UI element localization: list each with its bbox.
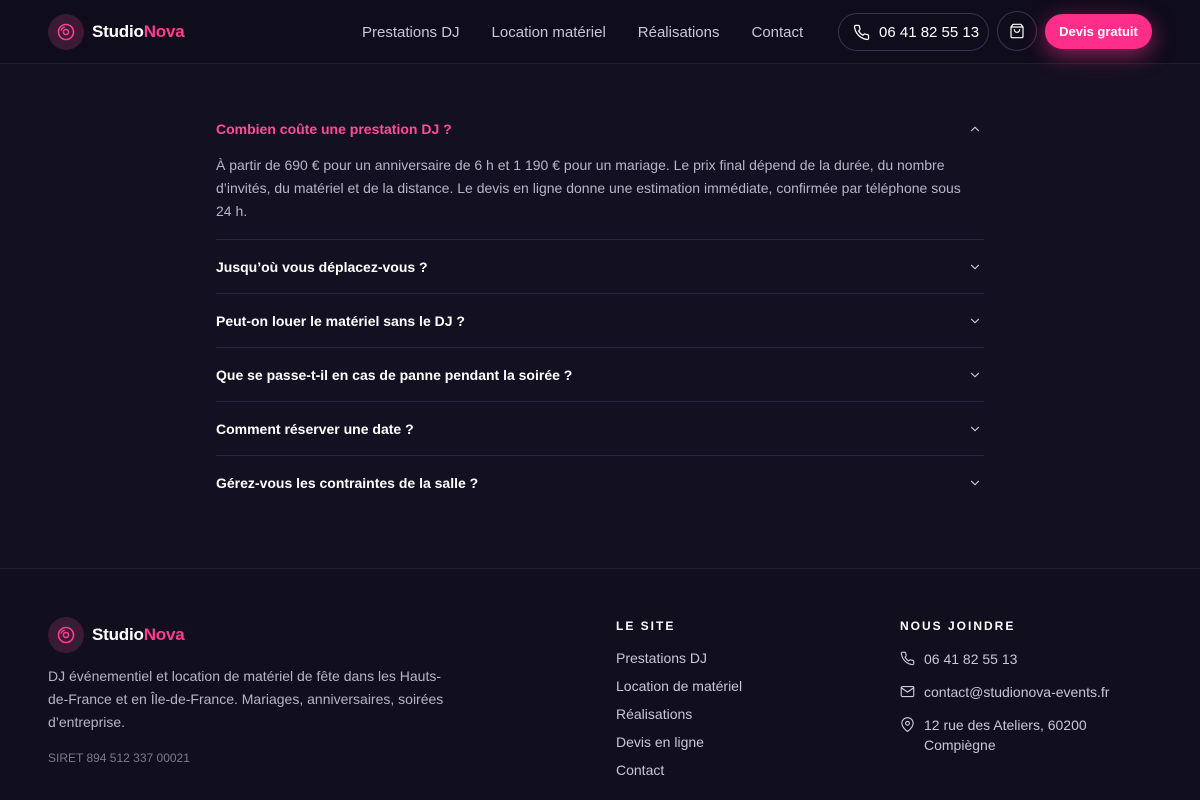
free-quote-button[interactable]: Devis gratuit [1045, 14, 1152, 49]
faq-section: Combien coûte une prestation DJ ? À part… [216, 100, 984, 509]
site-footer: StudioNova DJ événementiel et location d… [0, 568, 1200, 800]
faq-question: Gérez-vous les contraintes de la salle ? [216, 474, 479, 491]
brand-name: StudioNova [92, 22, 185, 42]
map-pin-icon [901, 717, 914, 732]
brand-name-part1: Studio [92, 22, 144, 41]
chevron-down-icon [970, 426, 980, 431]
header-phone-number: 06 41 82 55 13 [879, 23, 980, 41]
contact-title: NOUS JOINDRE [900, 619, 1016, 633]
nav-link-location[interactable]: Location matériel [492, 24, 606, 41]
footer-email[interactable]: contact@studionova-events.fr [900, 682, 1160, 702]
faq-item: Gérez-vous les contraintes de la salle ? [216, 456, 984, 509]
site-links-title: LE SITE [616, 619, 676, 633]
footer-link-contact[interactable]: Contact [616, 761, 742, 789]
faq-answer: À partir de 690 € pour un anniversaire d… [216, 157, 961, 219]
footer-link-prestations[interactable]: Prestations DJ [616, 649, 742, 677]
chevron-up-icon [970, 126, 980, 131]
footer-logo[interactable]: StudioNova [48, 617, 185, 653]
footer-contact-list: 06 41 82 55 13 contact@studionova-events… [900, 649, 1160, 768]
faq-item: Comment réserver une date ? [216, 402, 984, 456]
faq-item: Peut-on louer le matériel sans le DJ ? [216, 294, 984, 348]
brand-name-part1: Studio [92, 625, 144, 644]
siret-number: SIRET 894 512 337 00021 [48, 751, 190, 765]
phone-icon [853, 24, 870, 40]
brand-name: StudioNova [92, 625, 185, 645]
chevron-down-icon [970, 318, 980, 323]
nav-link-realisations[interactable]: Réalisations [638, 24, 720, 41]
chevron-down-icon [970, 480, 980, 485]
nav-link-contact[interactable]: Contact [752, 24, 804, 41]
faq-item: Jusqu’où vous déplacez-vous ? [216, 240, 984, 294]
main-nav: Prestations DJ Location matériel Réalisa… [362, 0, 835, 64]
footer-address: 12 rue des Ateliers, 60200 Compiègne [900, 715, 1160, 755]
faq-item: Combien coûte une prestation DJ ? À part… [216, 100, 984, 240]
header-phone-button[interactable]: 06 41 82 55 13 [838, 13, 989, 51]
faq-question: Combien coûte une prestation DJ ? [216, 120, 452, 137]
vinyl-record-icon [48, 617, 84, 653]
faq-question-toggle[interactable]: Combien coûte une prestation DJ ? [216, 100, 984, 157]
faq-question: Jusqu’où vous déplacez-vous ? [216, 258, 428, 275]
chevron-down-icon [970, 372, 980, 377]
footer-phone-number: 06 41 82 55 13 [924, 651, 1018, 667]
faq-item: Que se passe-t-il en cas de panne pendan… [216, 348, 984, 402]
brand-name-part2: Nova [143, 625, 185, 644]
footer-site-links: Prestations DJ Location de matériel Réal… [616, 649, 742, 789]
header-logo[interactable]: StudioNova [48, 14, 185, 50]
chevron-down-icon [970, 264, 980, 269]
footer-link-devis[interactable]: Devis en ligne [616, 733, 742, 761]
shopping-bag-icon [1010, 23, 1024, 39]
footer-link-realisations[interactable]: Réalisations [616, 705, 742, 733]
footer-email-address: contact@studionova-events.fr [924, 684, 1110, 700]
footer-phone[interactable]: 06 41 82 55 13 [900, 649, 1160, 669]
faq-question-toggle[interactable]: Gérez-vous les contraintes de la salle ? [216, 456, 984, 509]
footer-link-location[interactable]: Location de matériel [616, 677, 742, 705]
nav-link-prestations[interactable]: Prestations DJ [362, 24, 460, 41]
brand-name-part2: Nova [143, 22, 185, 41]
mail-icon [900, 685, 915, 698]
phone-icon [900, 651, 915, 666]
faq-question-toggle[interactable]: Comment réserver une date ? [216, 402, 984, 455]
faq-question-toggle[interactable]: Peut-on louer le matériel sans le DJ ? [216, 294, 984, 347]
faq-question-toggle[interactable]: Jusqu’où vous déplacez-vous ? [216, 240, 984, 293]
faq-question-toggle[interactable]: Que se passe-t-il en cas de panne pendan… [216, 348, 984, 401]
vinyl-record-icon [48, 14, 84, 50]
faq-question: Comment réserver une date ? [216, 420, 414, 437]
faq-question: Peut-on louer le matériel sans le DJ ? [216, 312, 465, 329]
footer-description: DJ événementiel et location de matériel … [48, 668, 444, 730]
cart-button[interactable] [997, 11, 1037, 51]
site-header: StudioNova Prestations DJ Location matér… [0, 0, 1200, 64]
faq-question: Que se passe-t-il en cas de panne pendan… [216, 366, 573, 383]
footer-address-text: 12 rue des Ateliers, 60200 Compiègne [924, 717, 1087, 753]
